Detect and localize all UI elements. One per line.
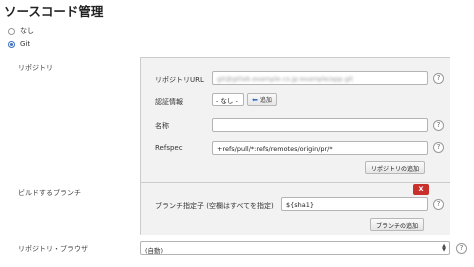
scm-option-git-label: Git <box>20 40 31 48</box>
credentials-label: 認証情報 <box>155 98 183 106</box>
scm-option-none-label: なし <box>20 27 34 35</box>
repository-browser-select[interactable]: (自動) ▲ ▼ <box>140 241 450 255</box>
branches-label: ビルドするブランチ <box>18 189 81 197</box>
credentials-value: - なし - <box>216 96 238 105</box>
scm-option-none[interactable]: なし <box>8 26 34 36</box>
delete-branch-button[interactable]: X <box>413 184 429 195</box>
credentials-select[interactable]: - なし - <box>212 93 244 106</box>
scm-option-git[interactable]: Git <box>8 40 30 48</box>
repository-browser-help-icon[interactable]: ? <box>456 243 467 254</box>
name-help-icon[interactable]: ? <box>433 120 444 131</box>
add-repository-button[interactable]: リポジトリの追加 <box>365 161 426 174</box>
key-icon: ⬅ <box>252 95 258 104</box>
refspec-input[interactable]: +refs/pull/*:refs/remotes/origin/pr/* <box>212 141 428 155</box>
branch-spec-help-icon[interactable]: ? <box>433 199 444 210</box>
repository-url-input[interactable]: git@gitlab.example.co.jp:example/app.git <box>212 71 428 85</box>
add-branch-button[interactable]: ブランチの追加 <box>370 218 425 231</box>
refspec-label: Refspec <box>155 144 183 152</box>
add-credentials-label: 追加 <box>259 97 272 104</box>
radio-none[interactable] <box>8 27 15 35</box>
repository-browser-label: リポジトリ・ブラウザ <box>18 245 88 253</box>
repositories-label: リポジトリ <box>18 64 53 72</box>
add-credentials-button[interactable]: ⬅ 追加 <box>247 93 277 106</box>
refspec-help-icon[interactable]: ? <box>433 142 444 153</box>
select-arrows-icon: ▲ ▼ <box>442 243 446 253</box>
branch-spec-input[interactable]: ${sha1} <box>281 197 428 211</box>
section-title: ソースコード管理 <box>4 4 104 19</box>
repository-url-label: リポジトリURL <box>155 76 204 84</box>
repository-url-help-icon[interactable]: ? <box>433 73 444 84</box>
repository-url-value: git@gitlab.example.co.jp:example/app.git <box>217 75 354 83</box>
name-label: 名称 <box>155 122 169 130</box>
repository-browser-value: (自動) <box>145 247 164 255</box>
branch-spec-label: ブランチ指定子 (空欄はすべてを指定) <box>155 202 274 210</box>
name-input[interactable] <box>212 118 428 132</box>
radio-git[interactable] <box>8 40 15 48</box>
